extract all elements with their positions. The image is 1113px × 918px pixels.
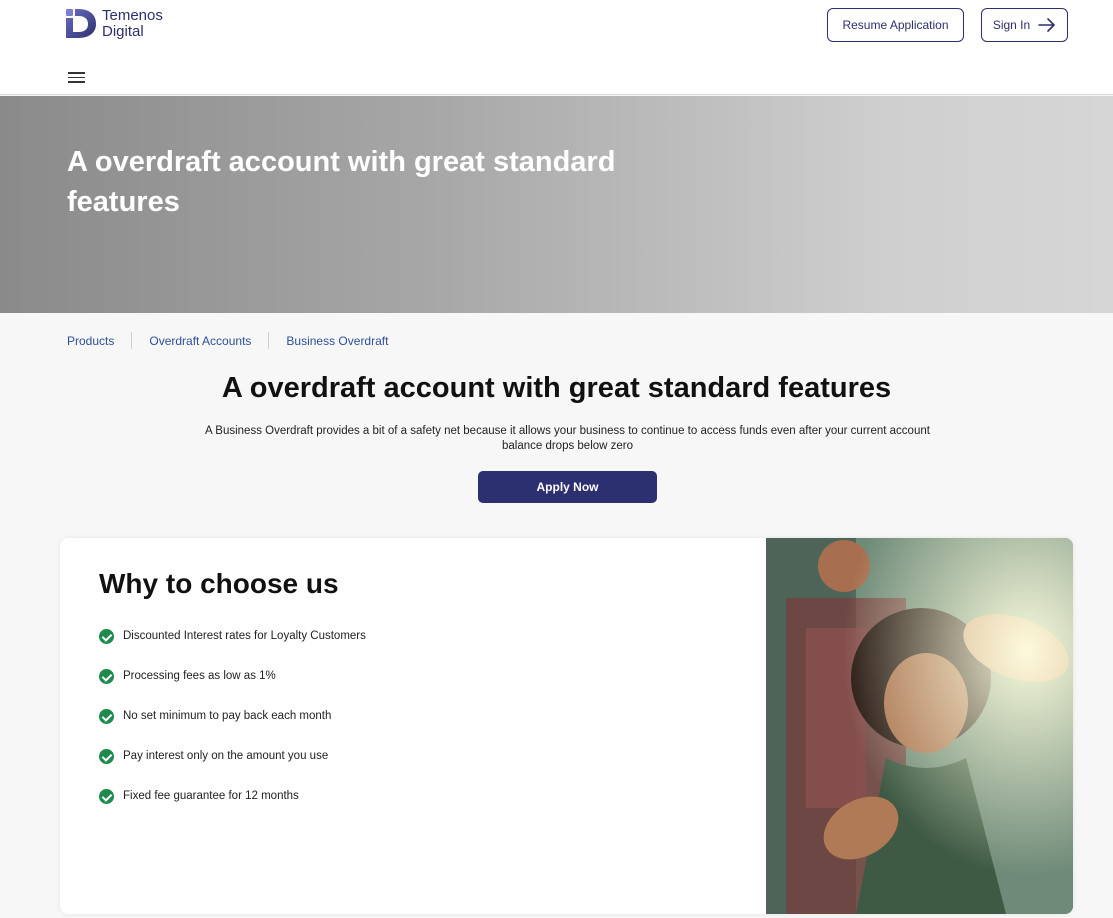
why-choose-us-title: Why to choose us: [99, 568, 339, 599]
check-circle-icon: [99, 668, 114, 684]
hero-banner: A overdraft account with great standard …: [0, 96, 1113, 313]
feature-list: Discounted Interest rates for Loyalty Cu…: [99, 616, 366, 816]
list-item: Discounted Interest rates for Loyalty Cu…: [99, 616, 366, 656]
check-circle-icon: [99, 788, 114, 804]
page-title: A overdraft account with great standard …: [221, 372, 892, 404]
breadcrumb-divider: [131, 332, 133, 349]
list-item: Processing fees as low as 1%: [99, 656, 366, 696]
sign-in-label: Sign In: [992, 18, 1031, 32]
logo-mark-icon: [66, 9, 96, 38]
why-choose-us-card: Why to choose us Discounted Interest rat…: [60, 538, 1073, 914]
hamburger-menu-icon[interactable]: [68, 72, 85, 84]
page-description: A Business Overdraft provides a bit of a…: [205, 425, 930, 452]
site-header: Temenos Digital Resume Application Sign …: [0, 0, 1113, 95]
feature-text: Fixed fee guarantee for 12 months: [123, 790, 299, 802]
breadcrumb-business-overdraft[interactable]: Business Overdraft: [286, 334, 388, 348]
resume-application-button[interactable]: Resume Application: [827, 8, 964, 42]
list-item: No set minimum to pay back each month: [99, 696, 366, 736]
check-circle-icon: [99, 628, 114, 644]
logo-line-2: Digital: [102, 22, 144, 40]
sign-in-button[interactable]: Sign In: [981, 8, 1068, 42]
feature-text: Processing fees as low as 1%: [123, 670, 276, 682]
feature-text: No set minimum to pay back each month: [123, 710, 332, 722]
photo-illustration: [766, 538, 1073, 914]
people-celebrating-photo: [766, 538, 1073, 914]
temenos-logo[interactable]: Temenos Digital: [66, 7, 163, 40]
check-circle-icon: [99, 708, 114, 724]
list-item: Pay interest only on the amount you use: [99, 736, 366, 776]
feature-text: Pay interest only on the amount you use: [123, 750, 329, 762]
apply-now-button[interactable]: Apply Now: [478, 471, 657, 503]
arrow-right-icon: [1038, 18, 1055, 32]
hero-title: A overdraft account with great standard …: [67, 146, 616, 218]
logo-wordmark: Temenos Digital: [102, 6, 163, 40]
breadcrumb-overdraft-accounts[interactable]: Overdraft Accounts: [149, 334, 251, 348]
list-item: Fixed fee guarantee for 12 months: [99, 776, 366, 816]
breadcrumb: Products Overdraft Accounts Business Ove…: [67, 332, 388, 349]
logo-line-1: Temenos: [102, 6, 163, 24]
breadcrumb-divider: [268, 332, 270, 349]
breadcrumb-products[interactable]: Products: [67, 334, 114, 348]
feature-text: Discounted Interest rates for Loyalty Cu…: [123, 630, 366, 642]
check-circle-icon: [99, 748, 114, 764]
